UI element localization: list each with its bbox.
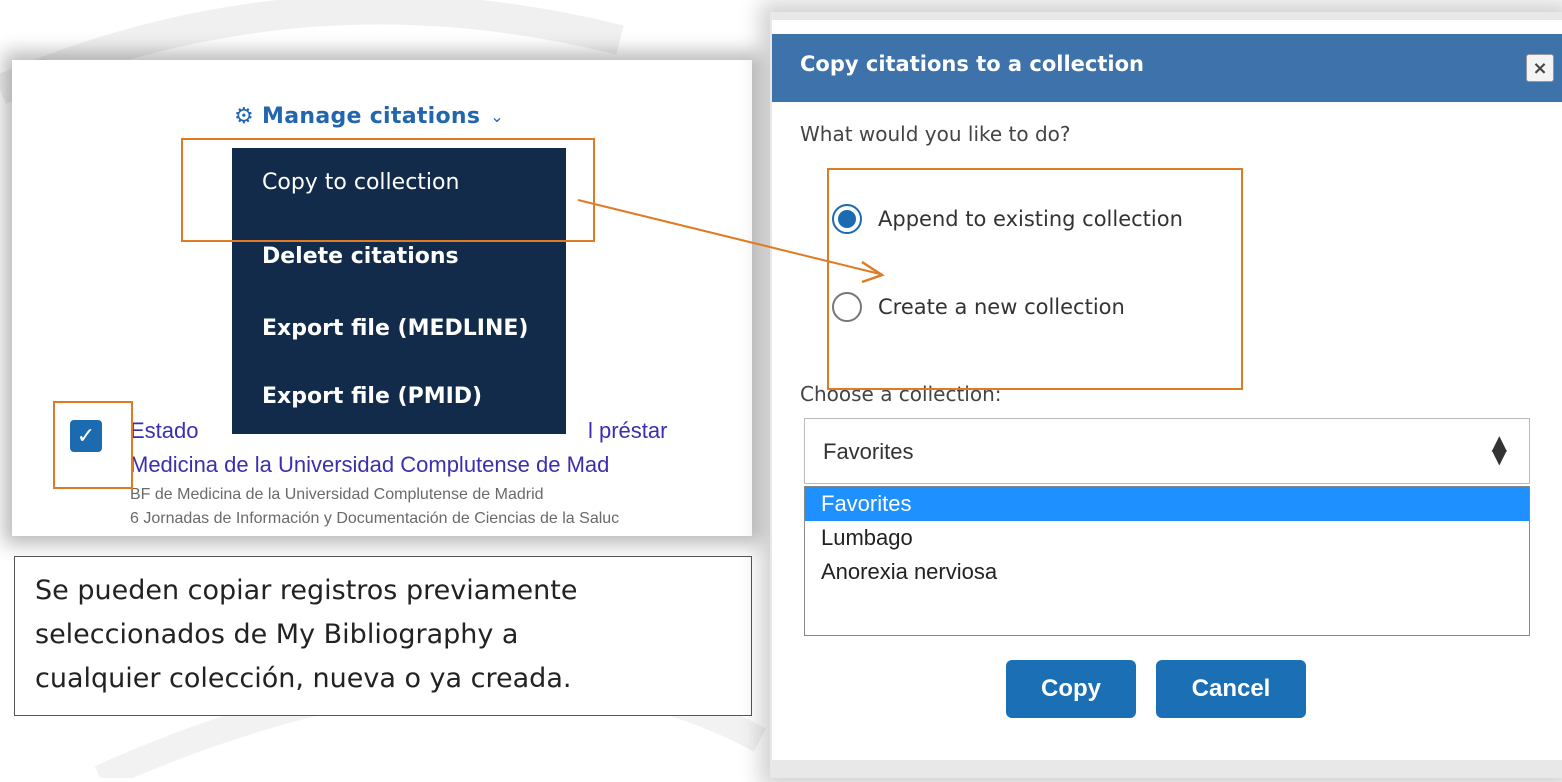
- cancel-button[interactable]: Cancel: [1156, 660, 1306, 718]
- citation-authors: BF de Medicina de la Universidad Complut…: [130, 486, 544, 503]
- chevron-down-icon: ⌄: [490, 107, 504, 126]
- manage-citations-label: Manage citations: [262, 104, 481, 129]
- select-arrows-icon: ▲ ▼: [1491, 430, 1507, 468]
- menu-item-delete-citations[interactable]: Delete citations: [262, 244, 459, 269]
- dialog-title: Copy citations to a collection: [800, 52, 1144, 76]
- caption-line3: cualquier colección, nueva o ya creada.: [35, 663, 572, 694]
- manage-citations-link[interactable]: ⚙ Manage citations ⌄: [234, 104, 504, 129]
- caption-line2: seleccionados de My Bibliography a: [35, 619, 519, 650]
- citation-title-line1-end[interactable]: l préstar: [588, 418, 667, 444]
- gear-icon: ⚙: [234, 104, 255, 129]
- citation-title-line1[interactable]: Estado: [130, 418, 199, 444]
- menu-item-export-pmid[interactable]: Export file (PMID): [262, 384, 482, 409]
- collection-option-lumbago[interactable]: Lumbago: [805, 521, 1529, 555]
- explanation-caption: Se pueden copiar registros previamente s…: [14, 556, 752, 716]
- dialog-header: Copy citations to a collection ×: [772, 34, 1562, 102]
- menu-item-export-medline[interactable]: Export file (MEDLINE): [262, 316, 528, 341]
- collection-option-favorites[interactable]: Favorites: [805, 487, 1529, 521]
- citation-source: 6 Jornadas de Información y Documentació…: [130, 510, 620, 527]
- close-icon[interactable]: ×: [1526, 54, 1554, 82]
- highlight-radio-options: [827, 168, 1243, 390]
- collection-select[interactable]: Favorites ▲ ▼: [804, 418, 1530, 484]
- collection-option-anorexia[interactable]: Anorexia nerviosa: [805, 555, 1529, 589]
- collection-options-list: Favorites Lumbago Anorexia nerviosa: [804, 486, 1530, 636]
- highlight-checkbox: [53, 401, 133, 489]
- caption-line1: Se pueden copiar registros previamente: [35, 575, 578, 606]
- copy-citations-dialog: Copy citations to a collection × What wo…: [772, 20, 1562, 760]
- citation-title-line2[interactable]: Medicina de la Universidad Complutense d…: [130, 452, 609, 478]
- dialog-question: What would you like to do?: [800, 122, 1071, 146]
- highlight-copy-to-collection: [181, 138, 595, 242]
- copy-button[interactable]: Copy: [1006, 660, 1136, 718]
- collection-select-value: Favorites: [823, 439, 914, 464]
